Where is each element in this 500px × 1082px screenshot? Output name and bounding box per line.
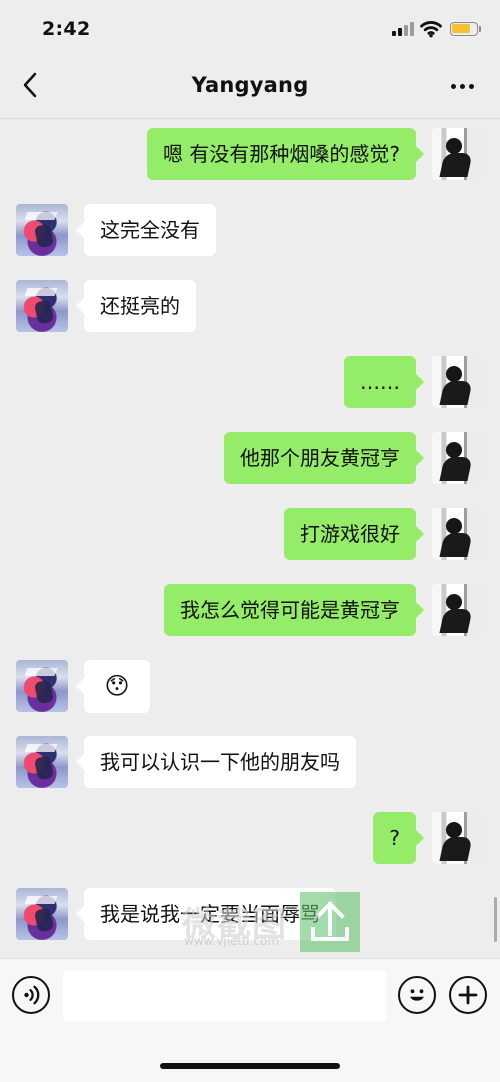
message-bubble[interactable]: 打游戏很好 <box>284 508 424 560</box>
chat-title: Yangyang <box>191 73 309 97</box>
message-row: 打游戏很好 <box>0 506 500 560</box>
message-composer <box>0 958 500 1037</box>
message-row: 他那个朋友黄冠亨 <box>0 430 500 484</box>
more-icon-dot <box>468 83 474 89</box>
contact-avatar[interactable] <box>16 660 68 712</box>
contact-avatar[interactable] <box>16 204 68 256</box>
message-row: 我是说我一定要当面辱骂 <box>0 886 500 940</box>
voice-button[interactable] <box>12 976 50 1014</box>
message-input[interactable] <box>63 970 386 1022</box>
emoji-button[interactable] <box>398 976 436 1014</box>
message-bubble[interactable]: 嗯 有没有那种烟嗓的感觉? <box>147 128 424 180</box>
scrollbar[interactable] <box>494 897 497 942</box>
more-icon-dot <box>459 83 465 89</box>
battery-level <box>452 24 470 33</box>
message-bubble[interactable]: 他那个朋友黄冠亨 <box>224 432 424 484</box>
message-row: 😯 <box>0 658 500 713</box>
message-bubble[interactable]: 我是说我一定要当面辱骂 <box>76 888 336 940</box>
emoji-icon <box>400 989 434 1016</box>
signal-icon <box>392 22 416 36</box>
message-row: 嗯 有没有那种烟嗓的感觉? <box>0 126 500 180</box>
message-bubble[interactable]: 我可以认识一下他的朋友吗 <box>76 736 356 788</box>
voice-icon <box>14 985 48 1016</box>
surprised-face-emoji: 😯 <box>104 672 130 700</box>
home-indicator-area <box>0 1036 500 1082</box>
self-avatar[interactable] <box>432 508 484 560</box>
message-bubble[interactable]: 我怎么觉得可能是黄冠亨 <box>164 584 424 636</box>
status-bar: 2:42 <box>0 0 500 56</box>
contact-avatar[interactable] <box>16 888 68 940</box>
message-bubble[interactable]: …… <box>344 356 424 408</box>
message-bubble[interactable]: 还挺亮的 <box>76 280 196 332</box>
message-row: 我可以认识一下他的朋友吗 <box>0 734 500 788</box>
message-row: ? <box>0 810 500 864</box>
self-avatar[interactable] <box>432 356 484 408</box>
self-avatar[interactable] <box>432 128 484 180</box>
message-row: 我怎么觉得可能是黄冠亨 <box>0 582 500 636</box>
contact-avatar[interactable] <box>16 736 68 788</box>
self-avatar[interactable] <box>432 584 484 636</box>
message-row: 还挺亮的 <box>0 278 500 332</box>
more-button[interactable] <box>448 76 476 96</box>
plus-icon <box>451 985 485 1016</box>
message-row: 这完全没有 <box>0 202 500 256</box>
self-avatar[interactable] <box>432 432 484 484</box>
contact-avatar[interactable] <box>16 280 68 332</box>
battery-icon <box>450 22 481 36</box>
message-row: …… <box>0 354 500 408</box>
status-time: 2:42 <box>42 18 91 40</box>
plus-button[interactable] <box>449 976 487 1014</box>
message-bubble[interactable]: 这完全没有 <box>76 204 216 256</box>
more-icon-dot <box>450 83 456 89</box>
wifi-icon <box>420 20 442 38</box>
message-bubble[interactable]: ? <box>373 812 424 864</box>
message-bubble[interactable]: 😯 <box>76 660 150 713</box>
chat-header: Yangyang <box>0 56 500 119</box>
chat-area[interactable]: 嗯 有没有那种烟嗓的感觉? 这完全没有 还挺亮的 …… 他那个朋友黄冠亨 打游戏… <box>0 118 500 958</box>
self-avatar[interactable] <box>432 812 484 864</box>
home-indicator[interactable] <box>160 1063 340 1069</box>
